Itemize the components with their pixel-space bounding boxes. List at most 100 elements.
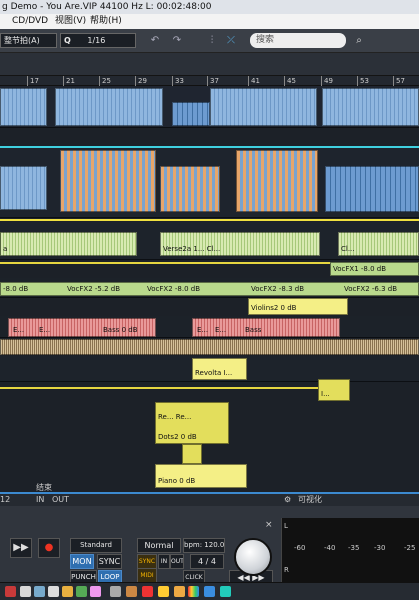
clip-name: Violins2 [251, 304, 279, 312]
midi-indicator[interactable]: MIDI [137, 568, 157, 583]
audio-clip[interactable]: Verse2a 1... Cl... [160, 232, 320, 256]
audio-clip[interactable] [322, 88, 419, 126]
normal-select[interactable]: Normal [137, 538, 181, 553]
automation-line[interactable] [0, 219, 419, 221]
audio-clip[interactable]: I... [318, 379, 350, 401]
tool-icon[interactable] [158, 586, 169, 597]
jog-wheel[interactable] [234, 538, 272, 576]
meter-scale-label: -30 [374, 544, 386, 552]
audio-clip[interactable] [55, 88, 163, 126]
audio-clip[interactable]: a [0, 232, 137, 256]
audio-clip[interactable]: Revolta I... [192, 358, 247, 380]
clip-label: VocFX2 -8.0 dB [147, 285, 200, 294]
toolbox-row [0, 582, 419, 600]
audio-clip[interactable]: Cl... [338, 232, 419, 256]
audio-clip[interactable]: Violins2 0 dB [248, 298, 348, 315]
tool-icon[interactable] [174, 586, 185, 597]
meter-scale-label: -25 [404, 544, 416, 552]
time-signature[interactable]: 4 / 4 [190, 554, 224, 569]
clip-label: Dots2 0 dB [158, 433, 197, 442]
audio-clip[interactable]: -8.0 dB VocFX2 -5.2 dB VocFX2 -8.0 dB Vo… [0, 282, 419, 296]
arrangement-area[interactable]: a Verse2a 1... Cl... Cl... VocFX1 -8.0 d… [0, 86, 419, 492]
ruler-bar-49: 49 [321, 76, 333, 86]
midi-clip[interactable]: Re... Re... Dots2 0 dB [155, 402, 229, 444]
clip-name: VocFX1 [333, 265, 359, 273]
sync-button[interactable]: SYNC [97, 554, 122, 569]
close-icon[interactable]: × [265, 520, 273, 530]
clip-volume: 0 dB [280, 304, 297, 312]
clip-name: Re... [175, 413, 192, 421]
tool-icon[interactable] [220, 586, 231, 597]
palette-icon[interactable] [188, 586, 199, 597]
tool-icon[interactable] [90, 586, 101, 597]
clip-name: VocFX2 [147, 285, 173, 293]
marker-number: 12 [0, 495, 11, 504]
grid-select[interactable]: Q 1/16 [60, 33, 136, 48]
audio-clip[interactable]: E... E... Bass [192, 318, 340, 337]
tool-icon[interactable] [110, 586, 121, 597]
clip-label: Bass 0 dB [103, 326, 138, 335]
tool-icon[interactable] [5, 586, 16, 597]
menu-view[interactable]: 视图(V) [55, 14, 86, 29]
redo-icon[interactable]: ↷ [170, 34, 184, 47]
clip-name: Re... [158, 413, 174, 421]
title-bar: g Demo - You Are.VIP 44100 Hz L: 00:02:4… [0, 0, 419, 14]
tool-icon[interactable] [48, 586, 59, 597]
sync-indicator[interactable]: SYNC [137, 554, 157, 569]
clip-name: Bass [103, 326, 120, 334]
snap-magnet-icon[interactable]: ⫶ [205, 34, 219, 47]
meter-scale-label: -40 [324, 544, 336, 552]
audio-clip[interactable] [325, 166, 419, 212]
snap-select[interactable]: 整节拍(A) [0, 33, 57, 48]
audio-clip[interactable] [236, 150, 318, 212]
menu-help[interactable]: 帮助(H) [90, 14, 122, 29]
clip-volume: -8.3 dB [278, 285, 305, 293]
ruler-bar-53: 53 [357, 76, 369, 86]
overview-area[interactable] [0, 53, 419, 76]
clip-volume: 0 dB [180, 433, 197, 441]
clip-label: VocFX2 -5.2 dB [67, 285, 120, 294]
tool-icon[interactable] [126, 586, 137, 597]
automation-line[interactable] [0, 387, 318, 389]
search-icon[interactable]: ⌕ [352, 34, 366, 47]
mon-button[interactable]: MON [70, 554, 94, 569]
automation-line[interactable] [0, 262, 330, 264]
tool-icon[interactable] [62, 586, 73, 597]
audio-clip[interactable]: E... E... Bass 0 dB [8, 318, 156, 337]
audio-clip[interactable] [0, 166, 47, 210]
midi-clip[interactable] [182, 444, 202, 464]
audio-clip[interactable]: VocFX1 -8.0 dB [330, 262, 419, 276]
clip-label: VocFX1 -8.0 dB [333, 265, 386, 274]
mode-select[interactable]: Standard [70, 538, 122, 553]
daw-window: g Demo - You Are.VIP 44100 Hz L: 00:02:4… [0, 0, 419, 600]
clip-volume: -5.2 dB [94, 285, 121, 293]
tool-icon[interactable] [20, 586, 31, 597]
clip-number: 1... [193, 245, 205, 253]
undo-icon[interactable]: ↶ [148, 34, 162, 47]
clip-label: E... [39, 326, 51, 334]
tool-icon[interactable] [142, 586, 153, 597]
menu-cd-dvd[interactable]: CD/DVD [12, 14, 48, 29]
audio-clip[interactable] [60, 150, 156, 212]
bpm-field[interactable]: bpm: 120.0 [183, 538, 225, 553]
audio-clip[interactable] [0, 339, 419, 355]
audio-clip[interactable] [172, 102, 210, 126]
record-button[interactable]: ● [38, 538, 60, 558]
search-input[interactable]: 搜索 [250, 33, 346, 48]
fast-forward-button[interactable]: ▶▶ [10, 538, 32, 558]
tool-icon[interactable] [204, 586, 215, 597]
tool-icon[interactable] [34, 586, 45, 597]
ruler-bar-21: 21 [63, 76, 75, 86]
meter-left-label: L [284, 522, 288, 530]
time-sig-numerator: 4 [198, 557, 204, 566]
auto-crossfade-icon[interactable]: ⤫ [224, 34, 238, 47]
audio-clip[interactable] [160, 166, 220, 212]
clip-volume: -8.0 dB [3, 285, 29, 293]
midi-clip[interactable]: Piano 0 dB [155, 464, 247, 488]
timeline-ruler[interactable]: 17 21 25 29 33 37 41 45 49 53 57 [0, 76, 419, 86]
audio-clip[interactable] [210, 88, 317, 126]
ruler-bar-37: 37 [207, 76, 219, 86]
tool-icon[interactable] [76, 586, 87, 597]
audio-clip[interactable] [0, 88, 47, 126]
clip-name: Dots2 [158, 433, 179, 441]
